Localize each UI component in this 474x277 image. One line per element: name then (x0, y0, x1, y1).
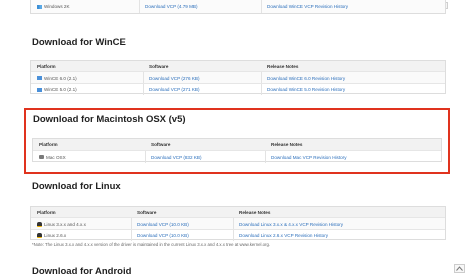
header-platform: Platform (39, 142, 58, 147)
download-vcp-link[interactable]: Download VCP (271 KB) (149, 84, 199, 95)
scroll-top-button[interactable] (454, 264, 465, 273)
download-vcp-link[interactable]: Download VCP (4.79 MB) (145, 0, 198, 13)
platform-cell: Windows 2K (37, 0, 70, 13)
table-row: Linux 2.6.x Download VCP (10.0 KB) Downl… (31, 229, 445, 241)
windows-table-last-row: Windows 2K Download VCP (4.79 MB) Downlo… (30, 0, 446, 14)
platform-label: WinCE 6.0 (2.1) (44, 75, 77, 81)
table-header-row: Platform Software Release Notes (31, 61, 445, 71)
platform-label: Linux 2.6.x (44, 233, 67, 238)
linux-footnote: *Note: The Linux 3.x.x and 4.x.x version… (32, 242, 271, 247)
table-header-row: Platform Software Release Notes (31, 207, 445, 217)
arrow-up-icon (456, 266, 463, 271)
revision-history-link[interactable]: Download WinCE 5.0 Revision History (267, 84, 345, 95)
header-software: Software (149, 63, 169, 69)
table-row: Mac OSX Download VCP (832 KB) Download M… (33, 150, 441, 163)
android-heading: Download for Android (32, 266, 132, 277)
linux-heading: Download for Linux (32, 181, 121, 192)
tux-icon (37, 221, 42, 227)
wince-table: Platform Software Release Notes WinCE 6.… (30, 60, 446, 95)
revision-history-link[interactable]: Download Mac VCP Revision History (271, 151, 347, 163)
linux-table: Platform Software Release Notes Linux 3.… (30, 206, 446, 241)
platform-label: Linux 3.x.x and 4.x.x (44, 221, 86, 227)
header-software: Software (151, 142, 171, 147)
header-software: Software (137, 209, 157, 215)
header-platform: Platform (37, 209, 56, 215)
wince-heading: Download for WinCE (32, 37, 126, 48)
platform-cell: Mac OSX (39, 151, 66, 163)
table-row: WinCE 5.0 (2.1) Download VCP (271 KB) Do… (31, 83, 445, 95)
revision-history-link[interactable]: Download Linux 2.6.x VCP Revision Histor… (239, 230, 328, 241)
platform-cell: WinCE 5.0 (2.1) (37, 84, 77, 95)
download-vcp-link[interactable]: Download VCP (10.0 KB) (137, 230, 189, 241)
header-release-notes: Release Notes (271, 142, 303, 147)
platform-label: WinCE 5.0 (2.1) (44, 87, 77, 92)
header-release-notes: Release Notes (239, 209, 271, 215)
platform-label: Mac OSX (46, 154, 66, 160)
tux-icon (37, 233, 42, 238)
header-platform: Platform (37, 63, 56, 69)
table-header-row: Platform Software Release Notes (33, 139, 441, 150)
platform-label: Windows 2K (44, 4, 70, 9)
platform-cell: Linux 2.6.x (37, 230, 66, 241)
apple-icon (39, 155, 44, 159)
windows-icon (37, 4, 42, 9)
mac-table: Platform Software Release Notes Mac OSX … (32, 138, 442, 163)
mac-heading: Download for Macintosh OSX (v5) (33, 114, 186, 125)
windows-icon (37, 87, 42, 92)
download-vcp-link[interactable]: Download VCP (832 KB) (151, 151, 201, 163)
header-release-notes: Release Notes (267, 63, 299, 69)
windows-icon (37, 76, 42, 80)
revision-history-link[interactable]: Download WinCE VCP Revision History (267, 0, 348, 13)
